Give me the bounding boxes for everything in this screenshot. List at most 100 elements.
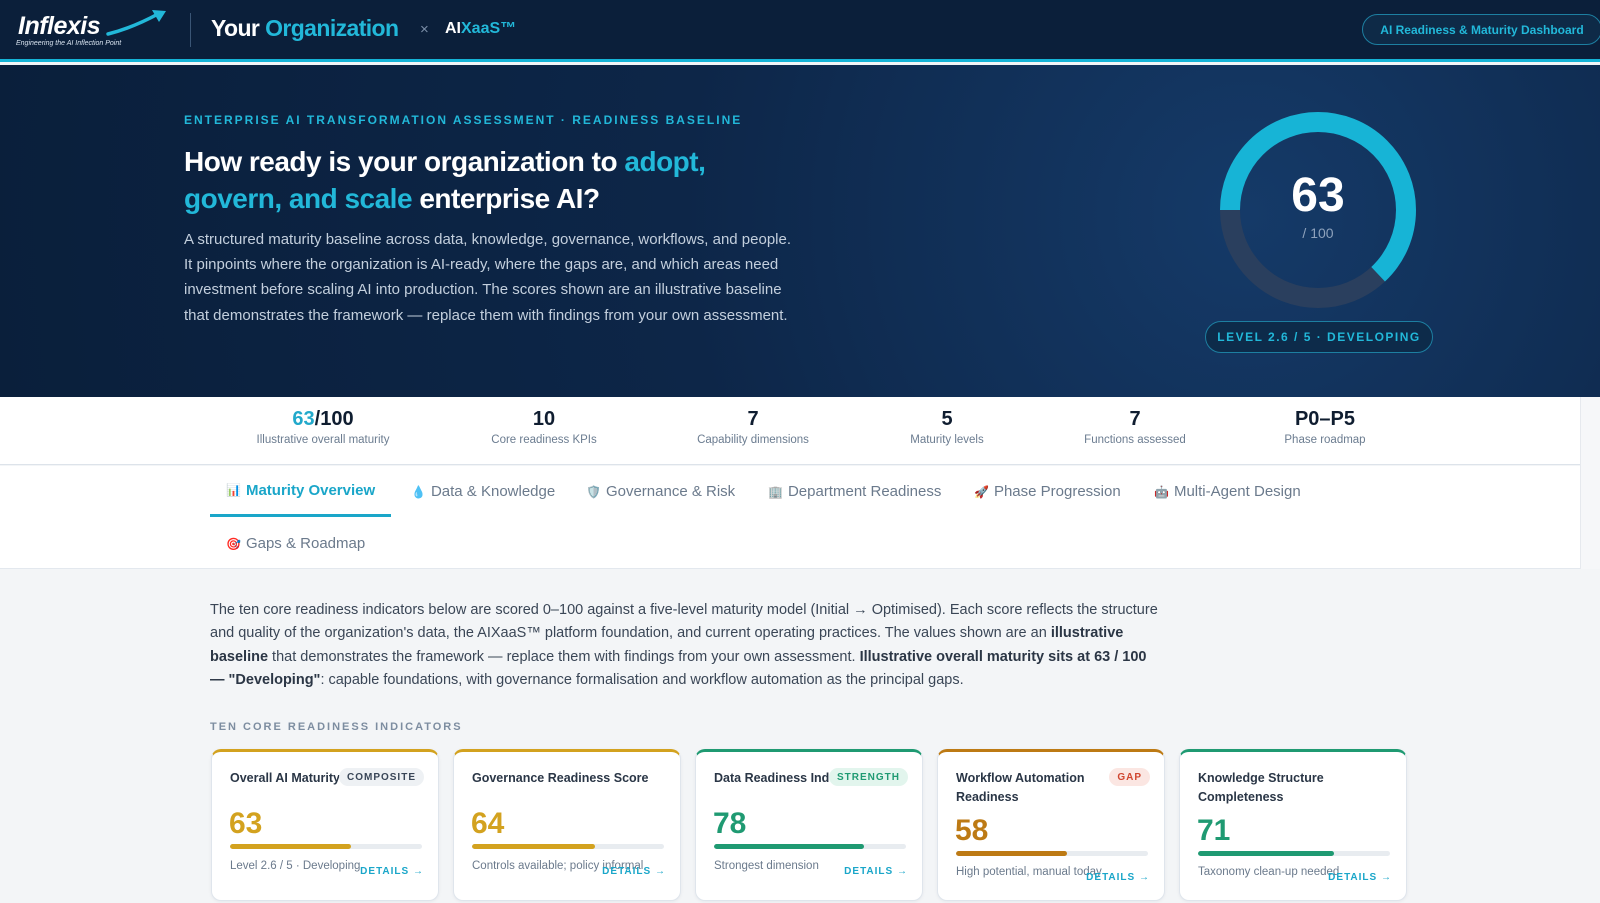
intro-paragraph: The ten core readiness indicators below … bbox=[210, 599, 1160, 693]
inflexis-logo[interactable]: Inflexis Engineering the AI Inflection P… bbox=[14, 8, 166, 54]
hero-title: How ready is your organization to adopt,… bbox=[184, 143, 804, 217]
stat-label: Phase roadmap bbox=[1284, 434, 1366, 446]
hero-eyebrow: ENTERPRISE AI TRANSFORMATION ASSESSMENT … bbox=[184, 113, 743, 127]
details-link[interactable]: DETAILS → bbox=[602, 866, 666, 877]
kpi-card-progress-fill bbox=[714, 844, 864, 849]
kpi-card[interactable]: Workflow Automation Readiness GAP 58 High p… bbox=[937, 749, 1165, 901]
tab-label: Phase Progression bbox=[993, 483, 1121, 500]
hero-section: ENTERPRISE AI TRANSFORMATION ASSESSMENT … bbox=[0, 65, 1600, 397]
stat-maturity-levels: 5 Maturity levels bbox=[847, 408, 1047, 446]
stat-label: Capability dimensions bbox=[697, 434, 809, 446]
building-icon: 🏢 bbox=[768, 484, 783, 499]
product-xaas: XaaS™ bbox=[461, 20, 517, 37]
bar-chart-icon: 📊 bbox=[226, 483, 241, 497]
intro-text: that demonstrates the framework — replac… bbox=[268, 648, 860, 665]
tab-label: Gaps & Roadmap bbox=[245, 535, 366, 552]
details-link[interactable]: DETAILS → bbox=[1328, 872, 1392, 883]
target-icon: 🎯 bbox=[226, 536, 241, 551]
logo-wordmark: Inflexis bbox=[18, 12, 101, 40]
tab-gaps-roadmap[interactable]: 🎯 Gaps & Roadmap bbox=[210, 518, 381, 569]
stat-value: 7 bbox=[1129, 408, 1141, 430]
logo-tagline: Engineering the AI Inflection Point bbox=[16, 40, 122, 47]
kpi-card-progress-bar bbox=[1198, 851, 1390, 856]
tab-maturity-overview[interactable]: 📊 Maturity Overview bbox=[210, 466, 392, 517]
rocket-icon: 🚀 bbox=[974, 484, 989, 499]
kpi-card-progress-bar bbox=[714, 844, 906, 849]
tab-phase-progression[interactable]: 🚀 Phase Progression bbox=[958, 466, 1137, 517]
stat-label: Illustrative overall maturity bbox=[256, 434, 390, 446]
tab-data-knowledge[interactable]: 💧 Data & Knowledge bbox=[395, 466, 571, 517]
kpi-card-note: Strongest dimension bbox=[714, 860, 819, 872]
tab-department-readiness[interactable]: 🏢 Department Readiness bbox=[752, 466, 957, 517]
stats-strip: 63/100 Illustrative overall maturity 10 … bbox=[0, 397, 1580, 465]
kpi-card-progress-bar bbox=[230, 844, 422, 849]
stat-functions-assessed: 7 Functions assessed bbox=[1035, 408, 1235, 446]
stat-value-accent: 63 bbox=[292, 408, 315, 430]
tab-label: Maturity Overview bbox=[245, 481, 376, 499]
droplet-icon: 💧 bbox=[411, 484, 426, 499]
kpi-card-score: 64 bbox=[471, 807, 505, 840]
level-badge: LEVEL 2.6 / 5 · DEVELOPING bbox=[1205, 321, 1433, 353]
stat-label: Functions assessed bbox=[1084, 434, 1186, 446]
dashboard-pill[interactable]: AI Readiness & Maturity Dashboard bbox=[1362, 14, 1600, 45]
stat-capability-dimensions: 7 Capability dimensions bbox=[653, 408, 853, 446]
tab-bar: 📊 Maturity Overview 💧 Data & Knowledge 🛡️ G… bbox=[0, 466, 1580, 569]
kpi-card-badge: COMPOSITE bbox=[338, 768, 424, 786]
times-symbol: × bbox=[420, 21, 429, 38]
org-name: Organization bbox=[265, 15, 399, 41]
tab-multi-agent-design[interactable]: 🤖 Multi-Agent Design bbox=[1138, 466, 1317, 517]
kpi-card-progress-bar bbox=[956, 851, 1148, 856]
kpi-card[interactable]: Data Readiness Index STRENGTH 78 Strongest … bbox=[695, 749, 923, 901]
stat-value: 10 bbox=[532, 408, 556, 430]
header-divider bbox=[190, 13, 191, 47]
gauge-out-of: / 100 bbox=[1302, 225, 1334, 241]
kpi-card-progress-fill bbox=[230, 844, 351, 849]
kpi-card-score: 71 bbox=[1197, 814, 1231, 847]
kpi-card[interactable]: Governance Readiness Score 64 Controls ava… bbox=[453, 749, 681, 901]
kpi-card[interactable]: Overall AI Maturity Score COMPOSITE 63 Leve… bbox=[211, 749, 439, 901]
stat-overall-maturity: 63/100 Illustrative overall maturity bbox=[223, 408, 423, 446]
kpi-card-progress-bar bbox=[472, 844, 664, 849]
kpi-card[interactable]: Knowledge Structure Completeness 71 Taxono… bbox=[1179, 749, 1407, 901]
org-title: Your Organization bbox=[211, 15, 399, 42]
tab-label: Multi-Agent Design bbox=[1173, 483, 1301, 500]
section-label: TEN CORE READINESS INDICATORS bbox=[210, 721, 463, 733]
kpi-card-note: High potential, manual today bbox=[956, 866, 1102, 878]
stat-phase-roadmap: P0–P5 Phase roadmap bbox=[1225, 408, 1425, 446]
logo-arrow-icon bbox=[106, 10, 166, 36]
top-bar: Inflexis Engineering the AI Inflection P… bbox=[0, 0, 1600, 62]
kpi-card-note: Level 2.6 / 5 · Developing bbox=[230, 860, 361, 872]
gauge-score: 63 bbox=[1291, 169, 1345, 222]
hero-title-part2: enterprise AI? bbox=[412, 183, 600, 214]
stat-label: Maturity levels bbox=[910, 434, 984, 446]
stat-value: 7 bbox=[747, 408, 759, 430]
details-link[interactable]: DETAILS → bbox=[844, 866, 908, 877]
tab-label: Governance & Risk bbox=[605, 483, 736, 500]
stat-value: 5 bbox=[941, 408, 953, 430]
kpi-card-score: 63 bbox=[229, 807, 263, 840]
intro-text: : capable foundations, with governance f… bbox=[320, 672, 964, 689]
tab-label: Data & Knowledge bbox=[430, 483, 556, 500]
tab-label: Department Readiness bbox=[787, 483, 942, 500]
stat-label: Core readiness KPIs bbox=[491, 434, 597, 446]
details-link[interactable]: DETAILS → bbox=[1086, 872, 1150, 883]
stat-value: 63/100 bbox=[223, 408, 423, 431]
tab-governance-risk[interactable]: 🛡️ Governance & Risk bbox=[570, 466, 751, 517]
org-your: Your bbox=[211, 15, 260, 41]
scrollbar-track[interactable] bbox=[1580, 397, 1600, 569]
kpi-card-title: Knowledge Structure Completeness bbox=[1198, 771, 1324, 804]
details-link[interactable]: DETAILS → bbox=[360, 866, 424, 877]
product-name: AIXaaS™ bbox=[445, 20, 516, 38]
kpi-card-badge: STRENGTH bbox=[829, 768, 908, 786]
kpi-card-score: 58 bbox=[955, 814, 989, 847]
kpi-card-badge: GAP bbox=[1109, 768, 1150, 786]
stat-core-kpis: 10 Core readiness KPIs bbox=[444, 408, 644, 446]
kpi-card-progress-fill bbox=[956, 851, 1068, 856]
kpi-card-score: 78 bbox=[713, 807, 747, 840]
kpi-card-note: Taxonomy clean-up needed bbox=[1198, 866, 1340, 878]
stat-value-main: /100 bbox=[314, 408, 354, 430]
robot-icon: 🤖 bbox=[1154, 484, 1169, 499]
stat-value: P0–P5 bbox=[1294, 408, 1356, 430]
kpi-card-progress-fill bbox=[472, 844, 595, 849]
hero-title-part1: How ready is your organization to bbox=[184, 146, 625, 177]
